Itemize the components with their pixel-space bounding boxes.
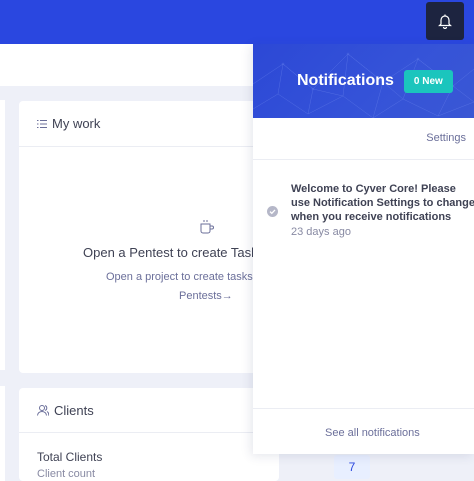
notifications-button[interactable] (426, 2, 464, 40)
users-icon (37, 404, 49, 416)
my-work-card: My work Open a Pentest to create Tasks O… (19, 101, 279, 373)
client-count-label: Client count (37, 468, 96, 480)
notifications-panel: Notifications 0 New Settings Welcome to … (253, 44, 474, 454)
my-work-header: My work (19, 101, 279, 147)
notifications-title: Notifications (297, 72, 394, 89)
client-count-value: 7 (334, 455, 370, 479)
clients-card: Clients Total Clients Client count (19, 388, 279, 481)
notification-time: 23 days ago (291, 226, 351, 238)
see-all-notifications-link[interactable]: See all notifications (325, 427, 420, 439)
bell-icon (438, 14, 452, 29)
left-card-edge-lower (0, 386, 5, 481)
new-count-badge: 0 New (403, 69, 453, 93)
list-icon (37, 119, 47, 129)
my-work-title: My work (52, 116, 101, 131)
notifications-header: Notifications 0 New (253, 44, 474, 118)
see-all-row: See all notifications (253, 408, 474, 454)
pentests-link[interactable]: Pentests→ (179, 290, 233, 302)
empty-state-title: Open a Pentest to create Tasks (83, 245, 265, 260)
top-bar (0, 0, 474, 44)
check-circle-icon (267, 206, 278, 217)
left-card-edge (0, 100, 5, 370)
notification-item[interactable]: Welcome to Cyver Core! Please use Notifi… (253, 180, 474, 240)
notification-text: Welcome to Cyver Core! Please use Notifi… (291, 183, 474, 223)
total-clients-label: Total Clients (37, 450, 103, 464)
settings-link[interactable]: Settings (426, 132, 466, 144)
coffee-cup-icon (200, 220, 214, 234)
empty-state-subtitle: Open a project to create tasks on (106, 271, 269, 283)
settings-row: Settings (253, 118, 474, 160)
clients-title: Clients (54, 402, 94, 418)
clients-header: Clients (19, 388, 279, 433)
